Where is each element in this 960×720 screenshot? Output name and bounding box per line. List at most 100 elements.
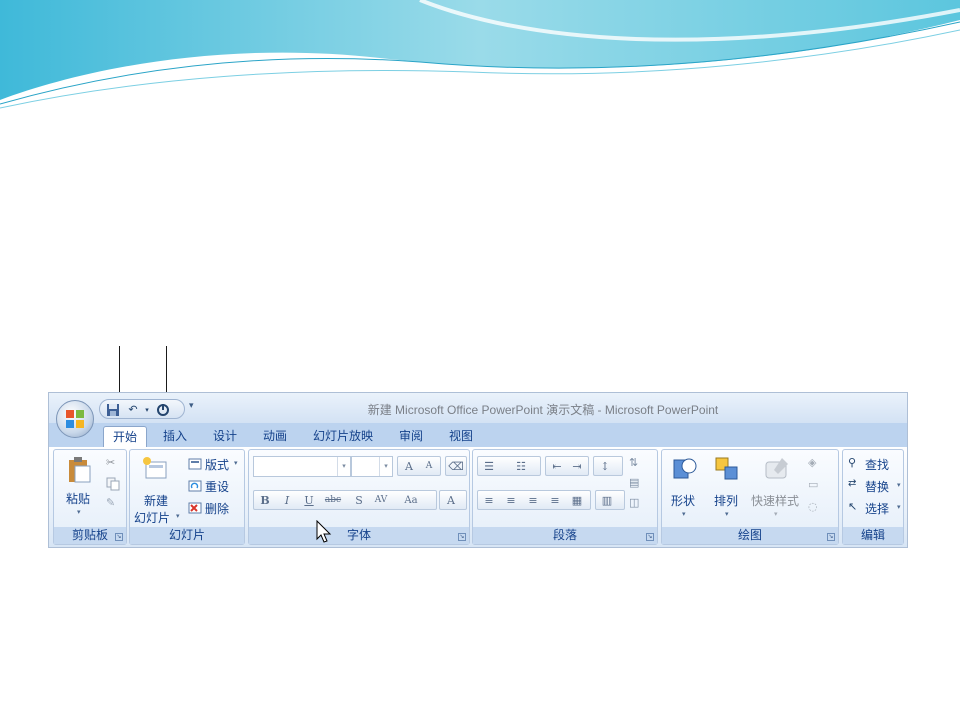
clear-formatting-icon[interactable]: ⌫ (447, 459, 465, 474)
format-painter-icon[interactable]: ✎ (106, 496, 120, 510)
align-text-icon[interactable]: ▤ (629, 476, 643, 490)
group-label-editing: 编辑 (843, 527, 903, 544)
group-label-slides: 幻灯片 (130, 527, 244, 544)
undo-icon[interactable]: ↶ (126, 403, 140, 417)
replace-icon[interactable]: ⇄ (848, 478, 862, 492)
shape-fill-icon[interactable]: ◈ (808, 456, 822, 470)
find-button[interactable]: 查找 (865, 456, 889, 473)
redo-icon[interactable] (156, 403, 170, 417)
new-slide-button[interactable]: 新建 (144, 492, 168, 509)
font-size-dropdown-icon[interactable]: ▾ (379, 457, 392, 476)
group-clipboard: 粘贴 ▾ ✂ ✎ 剪贴板 ↘ (53, 449, 127, 545)
group-label-paragraph: 段落 (473, 527, 657, 544)
numbering-icon[interactable]: ☷ (512, 459, 530, 474)
decrease-indent-icon[interactable]: ⇤ (548, 459, 566, 474)
tab-home[interactable]: 开始 (103, 426, 147, 447)
paragraph-dialog-launcher-icon[interactable]: ↘ (646, 533, 654, 541)
grow-font-button[interactable]: A (400, 459, 418, 474)
quick-access-toolbar: ↶ ▾ (99, 399, 185, 419)
group-label-drawing: 绘图 (662, 527, 838, 544)
alignment-buttons: ≡ ≡ ≡ ≡ ▦ (477, 490, 591, 510)
delete-slide-icon[interactable] (188, 500, 202, 514)
select-icon[interactable]: ↖ (848, 500, 862, 514)
align-center-icon[interactable]: ≡ (502, 493, 520, 508)
shrink-font-button[interactable]: A (420, 459, 438, 474)
drawing-dialog-launcher-icon[interactable]: ↘ (827, 533, 835, 541)
select-button[interactable]: 选择 (865, 500, 889, 517)
save-icon[interactable] (106, 403, 120, 417)
increase-indent-icon[interactable]: ⇥ (568, 459, 586, 474)
font-dialog-launcher-icon[interactable]: ↘ (458, 533, 466, 541)
font-size-combo[interactable]: ▾ (351, 456, 393, 477)
customize-qat-icon[interactable]: ▾ (189, 401, 194, 411)
ribbon-body: 粘贴 ▾ ✂ ✎ 剪贴板 ↘ 新建 幻灯片 ▾ 版式 ▾ 重设 删除 幻灯片 ▾… (49, 447, 907, 547)
font-name-dropdown-icon[interactable]: ▾ (337, 457, 350, 476)
clipboard-dialog-launcher-icon[interactable]: ↘ (115, 533, 123, 541)
columns-icon[interactable]: ▥ (598, 493, 616, 508)
arrange-dropdown-icon[interactable]: ▾ (725, 510, 729, 518)
clear-formatting-box: ⌫ (445, 456, 467, 476)
tab-design[interactable]: 设计 (203, 426, 247, 447)
office-button[interactable] (56, 400, 94, 438)
font-name-combo[interactable]: ▾ (253, 456, 351, 477)
layout-icon[interactable] (188, 456, 202, 470)
powerpoint-ribbon: 新建 Microsoft Office PowerPoint 演示文稿 - Mi… (48, 392, 908, 548)
new-slide-button-line2[interactable]: 幻灯片 (134, 509, 170, 526)
smartart-icon[interactable]: ◫ (629, 496, 643, 510)
shape-outline-icon[interactable]: ▭ (808, 478, 822, 492)
reset-icon[interactable] (188, 478, 202, 492)
tab-view[interactable]: 视图 (439, 426, 483, 447)
shapes-dropdown-icon[interactable]: ▾ (682, 510, 686, 518)
paste-dropdown-icon[interactable]: ▾ (77, 508, 81, 516)
line-spacing-icon[interactable]: ↕ (596, 459, 614, 474)
font-color-box: A (439, 490, 467, 510)
new-slide-icon[interactable] (142, 456, 168, 480)
strikethrough-button[interactable]: abc (324, 493, 342, 508)
change-case-button[interactable]: Aa (402, 493, 420, 508)
distributed-icon[interactable]: ▦ (568, 493, 586, 508)
arrange-button[interactable]: 排列 (714, 492, 738, 509)
paste-button[interactable]: 粘贴 (66, 490, 90, 507)
align-left-icon[interactable]: ≡ (480, 493, 498, 508)
title-bar: 新建 Microsoft Office PowerPoint 演示文稿 - Mi… (49, 393, 907, 423)
quick-styles-button[interactable]: 快速样式 (751, 492, 799, 509)
tab-slide-show[interactable]: 幻灯片放映 (305, 426, 381, 447)
quick-styles-dropdown-icon[interactable]: ▾ (774, 510, 778, 518)
font-color-button[interactable]: A (442, 493, 460, 508)
layout-dropdown-icon[interactable]: ▾ (234, 459, 238, 467)
replace-dropdown-icon[interactable]: ▾ (897, 481, 901, 489)
character-spacing-button[interactable]: AV (372, 493, 390, 508)
shapes-icon[interactable] (672, 456, 698, 482)
group-paragraph: ☰ ☷ ⇤ ⇥ ↕ ⇅ ▤ ◫ ≡ ≡ ≡ ≡ ▦ ▥ 段落 ↘ (472, 449, 658, 545)
bullets-icon[interactable]: ☰ (480, 459, 498, 474)
cut-icon[interactable]: ✂ (106, 456, 120, 470)
new-slide-dropdown-icon[interactable]: ▾ (176, 512, 180, 520)
tab-insert[interactable]: 插入 (153, 426, 197, 447)
shape-effects-icon[interactable]: ◌ (808, 500, 822, 514)
underline-button[interactable]: U (300, 493, 318, 508)
find-icon[interactable]: ⚲ (848, 456, 862, 470)
reset-button[interactable]: 重设 (205, 478, 229, 495)
font-size-buttons: A A (397, 456, 441, 476)
delete-slide-button[interactable]: 删除 (205, 500, 229, 517)
paste-icon[interactable] (66, 456, 92, 484)
group-font: ▾ ▾ A A ⌫ B I U abc S AV Aa A 字体 ↘ (248, 449, 470, 545)
group-label-font: 字体 (249, 527, 469, 544)
align-right-icon[interactable]: ≡ (524, 493, 542, 508)
text-direction-icon[interactable]: ⇅ (629, 456, 643, 470)
ribbon-tab-bar: 开始 插入 设计 动画 幻灯片放映 审阅 视图 (49, 423, 907, 447)
justify-icon[interactable]: ≡ (546, 493, 564, 508)
shapes-button[interactable]: 形状 (671, 492, 695, 509)
undo-dropdown-icon[interactable]: ▾ (140, 403, 154, 417)
bold-button[interactable]: B (256, 493, 274, 508)
arrange-icon[interactable] (714, 456, 740, 482)
italic-button[interactable]: I (278, 493, 296, 508)
select-dropdown-icon[interactable]: ▾ (897, 503, 901, 511)
tab-animations[interactable]: 动画 (253, 426, 297, 447)
text-shadow-button[interactable]: S (350, 493, 368, 508)
copy-icon[interactable] (106, 476, 120, 491)
quick-styles-icon[interactable] (764, 456, 790, 482)
layout-button[interactable]: 版式 (205, 456, 229, 473)
replace-button[interactable]: 替换 (865, 478, 889, 495)
tab-review[interactable]: 审阅 (389, 426, 433, 447)
